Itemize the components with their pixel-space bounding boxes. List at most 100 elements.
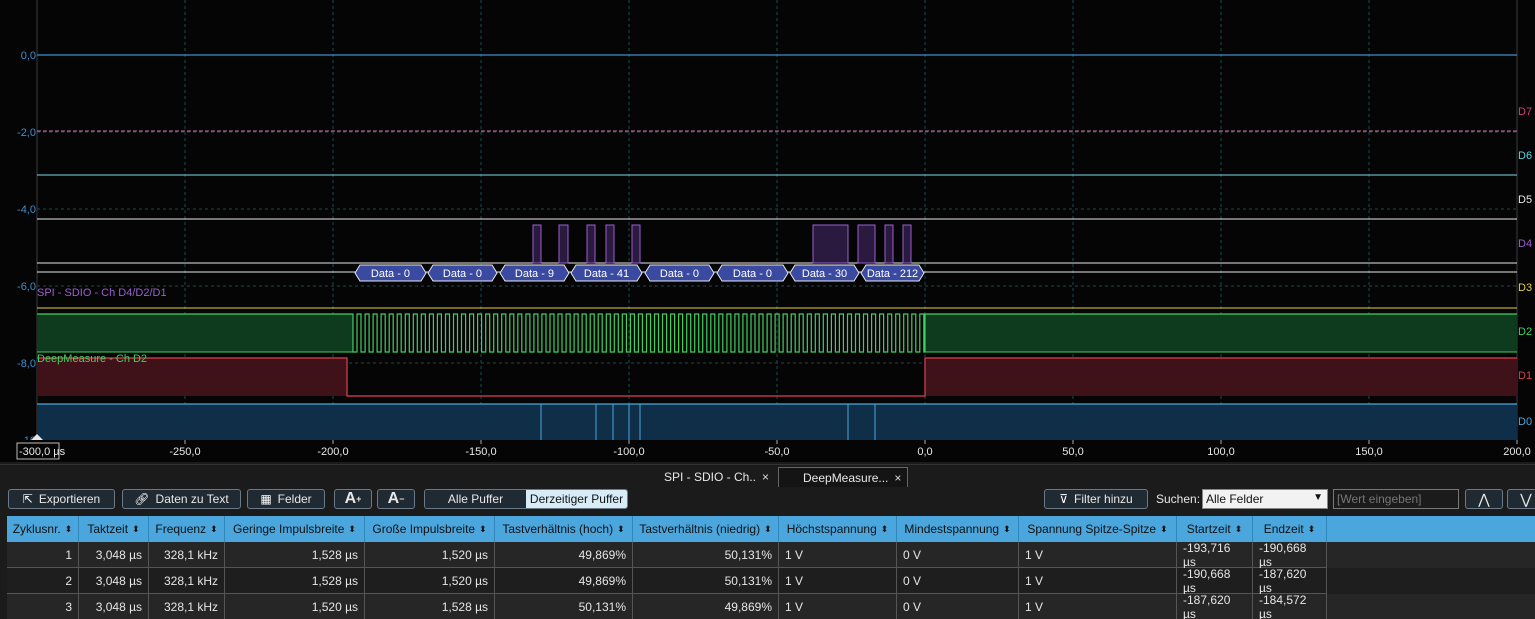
deepmeasure-decoder-label: DeepMeasure - Ch D2 [37,353,147,365]
table-cell: 3,048 µs [79,594,149,619]
export-icon: ⇱ [22,492,33,506]
table-cell: 1,528 µs [225,568,365,594]
table-cell: -190,668 µs [1177,567,1253,595]
sort-icon[interactable]: ⬍ [881,524,889,535]
all-buffers-option[interactable]: Alle Puffer [425,490,526,508]
column-header[interactable]: Startzeit ⬍ [1177,516,1253,542]
d4-pulse [857,224,876,264]
sort-icon[interactable]: ⬍ [210,524,218,535]
tab-spi-sdio[interactable]: SPI - SDIO - Ch.. × [650,467,770,487]
channel-label: D0 [1518,416,1532,428]
sort-icon[interactable]: ⬍ [348,524,356,535]
column-header[interactable]: Große Impulsbreite ⬍ [365,516,495,542]
y-axis-tick-label: -2,0 [17,127,36,139]
fields-button[interactable]: ▦ Felder [247,489,325,509]
spi-packet-label: Data - 0 [443,268,482,280]
buffer-toggle: Alle Puffer Derzeitiger Puffer [424,489,628,509]
column-header[interactable]: Mindestspannung ⬍ [897,516,1019,542]
waveform-canvas[interactable]: 0,0-2,0-4,0-6,0-8,0-10Data - 0Data - 0Da… [0,0,1535,462]
table-cell: 328,1 kHz [149,594,225,619]
table-cell: 3 [7,594,79,619]
table-cell: 328,1 kHz [149,568,225,594]
column-header-label: Tastverhältnis (hoch) [502,522,614,536]
sort-icon[interactable]: ⬍ [1308,524,1316,535]
y-axis-tick-label: -4,0 [17,204,36,216]
table-cell: 1 V [779,568,897,594]
sort-icon[interactable]: ⬍ [617,524,625,535]
search-field-select[interactable]: Alle Felder ▼ [1202,489,1328,509]
tab-deepmeasure[interactable]: DeepMeasure... × [778,467,908,487]
x-axis-tick-label: 200,0 [1503,446,1531,458]
x-axis-tick-label: 0,0 [917,446,932,458]
table-cell: 1 V [1019,568,1177,594]
filter-icon: ⊽ [1059,492,1069,506]
link-icon: 🔗︎ [134,492,150,506]
table-cell: -187,620 µs [1177,593,1253,619]
x-axis-tick-label: -150,0 [465,446,496,458]
column-header-label: Zyklusnr. [12,522,61,536]
column-header[interactable]: Endzeit ⬍ [1253,516,1327,542]
table-cell: 0 V [897,542,1019,568]
sort-icon[interactable]: ⬍ [65,524,73,535]
spi-packet-label: Data - 41 [584,268,629,280]
search-next-button[interactable]: ⋁ [1507,489,1535,509]
channel-label: D4 [1518,238,1532,250]
d4-pulse [902,224,912,264]
sort-icon[interactable]: ⬍ [764,524,772,535]
data-to-text-button[interactable]: 🔗︎ Daten zu Text [122,489,241,509]
search-prev-button[interactable]: ⋀ [1465,489,1503,509]
spi-packet-label: Data - 0 [371,268,410,280]
sort-icon[interactable]: ⬍ [1160,524,1168,535]
sort-icon[interactable]: ⬍ [1003,524,1011,535]
table-cell: 1,528 µs [365,594,495,619]
close-icon[interactable]: × [894,471,901,485]
column-header[interactable]: Tastverhältnis (niedrig) ⬍ [633,516,779,542]
table-cell: 1,520 µs [365,542,495,568]
column-header[interactable]: Frequenz ⬍ [149,516,225,542]
table-row[interactable]: 1 3,048 µs 328,1 kHz 1,528 µs 1,520 µs 49,869… [7,541,1535,569]
table-cell: 3,048 µs [79,568,149,594]
spi-packet-label: Data - 212 [867,268,918,280]
close-icon[interactable]: × [762,470,769,484]
export-label: Exportieren [38,492,101,506]
column-header[interactable]: Zyklusnr. ⬍ [7,516,79,542]
table-row[interactable]: 2 3,048 µs 328,1 kHz 1,528 µs 1,520 µs 49,869… [7,567,1535,595]
table-cell: 1,520 µs [225,594,365,619]
font-increase-button[interactable]: A + [334,489,372,509]
spi-packet-label: Data - 30 [802,268,847,280]
chevron-down-icon: ⋁ [1520,490,1532,507]
sort-icon[interactable]: ⬍ [132,524,140,535]
font-decrease-button[interactable]: A − [377,489,415,509]
decoder-tab-bar: SPI - SDIO - Ch.. × DeepMeasure... × [0,464,1535,489]
export-button[interactable]: ⇱ Exportieren [8,489,115,509]
column-header[interactable]: Tastverhältnis (hoch) ⬍ [495,516,633,542]
search-label: Suchen: [1156,492,1201,506]
chevron-up-icon: ⋀ [1478,490,1490,507]
column-header[interactable]: Geringe Impulsbreite ⬍ [225,516,365,542]
current-buffer-option[interactable]: Derzeitiger Puffer [526,490,627,508]
search-value-input[interactable] [1333,489,1459,509]
d4-pulse [812,224,849,264]
table-cell: 0 V [897,594,1019,619]
table-toolbar: ⇱ Exportieren 🔗︎ Daten zu Text ▦ Felder … [0,488,1535,514]
column-header-label: Tastverhältnis (niedrig) [639,522,761,536]
sort-icon[interactable]: ⬍ [1235,524,1243,535]
column-header[interactable]: Spannung Spitze-Spitze ⬍ [1019,516,1177,542]
tab-label: SPI - SDIO - Ch.. [664,470,757,484]
waveform-view[interactable]: 0,0-2,0-4,0-6,0-8,0-10Data - 0Data - 0Da… [0,0,1535,462]
column-header[interactable]: Höchstspannung ⬍ [779,516,897,542]
x-axis-tick-label: 50,0 [1062,446,1083,458]
d4-pulse [605,224,615,264]
column-header[interactable]: Taktzeit ⬍ [79,516,149,542]
sort-icon[interactable]: ⬍ [479,524,487,535]
table-row[interactable]: 3 3,048 µs 328,1 kHz 1,520 µs 1,528 µs 50,131… [7,593,1535,619]
minus-icon: − [399,494,405,504]
d2-high-fill [37,314,353,352]
table-cell: -184,572 µs [1253,593,1327,619]
table-cell: 1 V [779,594,897,619]
table-cell: 50,131% [633,568,779,594]
add-filter-button[interactable]: ⊽ Filter hinzu [1044,489,1148,509]
columns-icon: ▦ [260,492,272,506]
font-up-label: A [344,490,357,507]
spi-packet-label: Data - 0 [660,268,699,280]
